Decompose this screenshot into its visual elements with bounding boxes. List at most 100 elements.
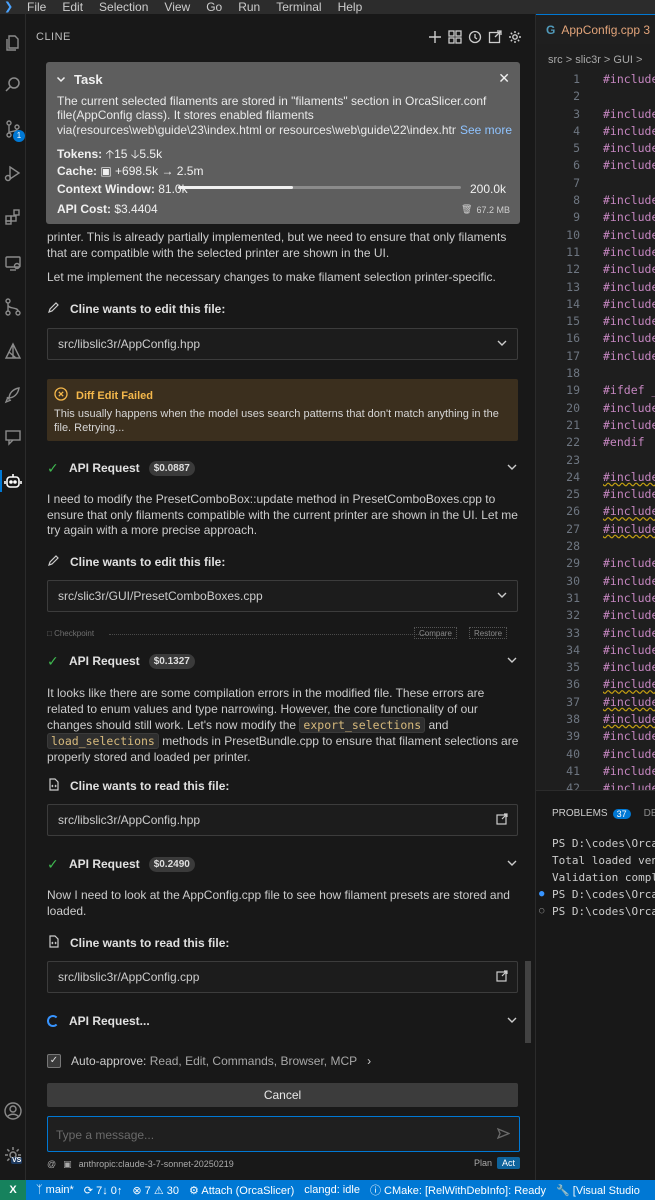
see-more-link[interactable]: See more bbox=[455, 123, 512, 137]
code-line[interactable]: 21 #include bbox=[536, 418, 655, 435]
code-line[interactable]: 28 bbox=[536, 539, 655, 556]
code-line[interactable]: 16 #include bbox=[536, 331, 655, 348]
history-icon[interactable] bbox=[467, 29, 483, 45]
explorer-icon[interactable] bbox=[0, 28, 26, 58]
menu-run[interactable]: Run bbox=[238, 1, 260, 13]
code-line[interactable]: 10 #include bbox=[536, 228, 655, 245]
settings-gear-icon[interactable] bbox=[507, 29, 523, 45]
chevron-down-icon[interactable] bbox=[506, 857, 518, 872]
act-mode-button[interactable]: Act bbox=[496, 1157, 520, 1169]
extensions-icon[interactable] bbox=[0, 202, 26, 232]
git-graph-icon[interactable] bbox=[0, 292, 26, 322]
code-line[interactable]: 14 #include bbox=[536, 297, 655, 314]
chevron-down-icon[interactable] bbox=[496, 337, 508, 352]
mention-icon[interactable]: @ bbox=[47, 1159, 56, 1169]
code-line[interactable]: 33 #include bbox=[536, 626, 655, 643]
task-header[interactable]: Task bbox=[56, 72, 103, 87]
code-lines[interactable]: 1 #include 2 3 #include 4 #include 5 #include 6 #i… bbox=[536, 72, 655, 798]
tab-debug-console[interactable]: DE bbox=[644, 808, 655, 819]
menu-help[interactable]: Help bbox=[338, 1, 363, 13]
menu-terminal[interactable]: Terminal bbox=[276, 1, 321, 13]
code-line[interactable]: 12 #include bbox=[536, 262, 655, 279]
code-line[interactable]: 35 #include bbox=[536, 660, 655, 677]
code-line[interactable]: 8 #include bbox=[536, 193, 655, 210]
manage-gear-icon[interactable]: VS bbox=[0, 1140, 26, 1170]
code-line[interactable]: 17 #include bbox=[536, 349, 655, 366]
send-icon[interactable] bbox=[496, 1127, 511, 1143]
file-path-box[interactable]: src/libslic3r/AppConfig.hpp bbox=[47, 328, 518, 360]
popout-icon[interactable] bbox=[487, 29, 503, 45]
tab-problems[interactable]: PROBLEMS bbox=[552, 808, 608, 819]
cmake-icon[interactable] bbox=[0, 336, 26, 366]
terminal-output[interactable]: PS D:\codes\Orca Total loaded ven Valida… bbox=[539, 835, 655, 920]
code-line[interactable]: 24 #include bbox=[536, 470, 655, 487]
cline-robot-icon[interactable] bbox=[0, 466, 26, 496]
rocket-icon[interactable] bbox=[0, 380, 26, 410]
close-icon[interactable]: ✕ bbox=[498, 70, 510, 87]
chevron-down-icon[interactable] bbox=[506, 654, 518, 669]
code-line[interactable]: 7 bbox=[536, 176, 655, 193]
code-line[interactable]: 9 #include bbox=[536, 210, 655, 227]
chevron-down-icon[interactable] bbox=[496, 589, 508, 604]
code-line[interactable]: 26 #include bbox=[536, 504, 655, 521]
code-line[interactable]: 18 bbox=[536, 366, 655, 383]
code-line[interactable]: 29 #include bbox=[536, 556, 655, 573]
code-line[interactable]: 38 #include bbox=[536, 712, 655, 729]
code-line[interactable]: 27 #include bbox=[536, 522, 655, 539]
problems-indicator[interactable]: ⊗ 7 ⚠ 30 bbox=[132, 1184, 179, 1197]
new-task-plus-icon[interactable] bbox=[427, 29, 443, 45]
menu-file[interactable]: File bbox=[27, 1, 46, 13]
auto-approve-row[interactable]: ✓ Auto-approve: Read, Edit, Commands, Br… bbox=[47, 1054, 371, 1068]
code-line[interactable]: 15 #include bbox=[536, 314, 655, 331]
branch-indicator[interactable]: ᛉ main* bbox=[36, 1184, 74, 1196]
api-request-row[interactable]: API Request... bbox=[47, 1011, 518, 1031]
cancel-button[interactable]: Cancel bbox=[47, 1083, 518, 1107]
remote-indicator[interactable]: X bbox=[0, 1180, 26, 1200]
debug-attach[interactable]: ⚙ Attach (OrcaSlicer) bbox=[189, 1184, 294, 1197]
code-line[interactable]: 31 #include bbox=[536, 591, 655, 608]
model-selector[interactable]: anthropic:claude-3-7-sonnet-20250219 bbox=[79, 1159, 234, 1169]
chevron-down-icon[interactable] bbox=[506, 1014, 518, 1029]
cmake-status[interactable]: ⓘ CMake: [RelWithDebInfo]: Ready bbox=[370, 1182, 546, 1198]
menu-view[interactable]: View bbox=[164, 1, 190, 13]
code-line[interactable]: 2 bbox=[536, 89, 655, 106]
api-request-row[interactable]: ✓ API Request $0.0887 bbox=[47, 458, 518, 478]
code-line[interactable]: 5 #include bbox=[536, 141, 655, 158]
compare-button[interactable]: Compare bbox=[414, 627, 457, 639]
breadcrumb[interactable]: src > slic3r > GUI > bbox=[548, 54, 642, 66]
image-icon[interactable]: ▣ bbox=[63, 1159, 72, 1170]
menu-go[interactable]: Go bbox=[206, 1, 222, 13]
restore-button[interactable]: Restore bbox=[469, 627, 508, 639]
open-external-icon[interactable] bbox=[496, 970, 508, 985]
menu-edit[interactable]: Edit bbox=[62, 1, 83, 13]
code-line[interactable]: 37 #include bbox=[536, 695, 655, 712]
code-line[interactable]: 40 #include bbox=[536, 747, 655, 764]
sync-indicator[interactable]: ⟳ 7↓ 0↑ bbox=[84, 1184, 123, 1197]
code-line[interactable]: 41 #include bbox=[536, 764, 655, 781]
run-debug-icon[interactable] bbox=[0, 158, 26, 188]
code-line[interactable]: 19 #ifdef _ bbox=[536, 383, 655, 400]
code-line[interactable]: 25 #include bbox=[536, 487, 655, 504]
code-line[interactable]: 20 #include bbox=[536, 401, 655, 418]
mcp-servers-icon[interactable] bbox=[447, 29, 463, 45]
scrollbar-thumb[interactable] bbox=[525, 961, 531, 1043]
auto-approve-checkbox[interactable]: ✓ bbox=[47, 1054, 61, 1068]
chat-icon[interactable] bbox=[0, 422, 26, 452]
code-line[interactable]: 34 #include bbox=[536, 643, 655, 660]
file-path-box[interactable]: src/slic3r/GUI/PresetComboBoxes.cpp bbox=[47, 580, 518, 612]
chevron-down-icon[interactable] bbox=[506, 461, 518, 476]
trash-icon[interactable]: 🗑 bbox=[461, 204, 472, 215]
code-line[interactable]: 1 #include bbox=[536, 72, 655, 89]
code-line[interactable]: 32 #include bbox=[536, 608, 655, 625]
code-line[interactable]: 36 #include bbox=[536, 677, 655, 694]
open-external-icon[interactable] bbox=[496, 813, 508, 828]
plan-mode-button[interactable]: Plan bbox=[469, 1157, 497, 1169]
code-line[interactable]: 23 bbox=[536, 453, 655, 470]
source-control-icon[interactable]: 1 bbox=[0, 114, 26, 144]
menu-selection[interactable]: Selection bbox=[99, 1, 148, 13]
account-icon[interactable] bbox=[0, 1096, 26, 1126]
file-path-box[interactable]: src/libslic3r/AppConfig.hpp bbox=[47, 804, 518, 836]
code-line[interactable]: 4 #include bbox=[536, 124, 655, 141]
file-path-box[interactable]: src/libslic3r/AppConfig.cpp bbox=[47, 961, 518, 993]
code-line[interactable]: 6 #include bbox=[536, 158, 655, 175]
